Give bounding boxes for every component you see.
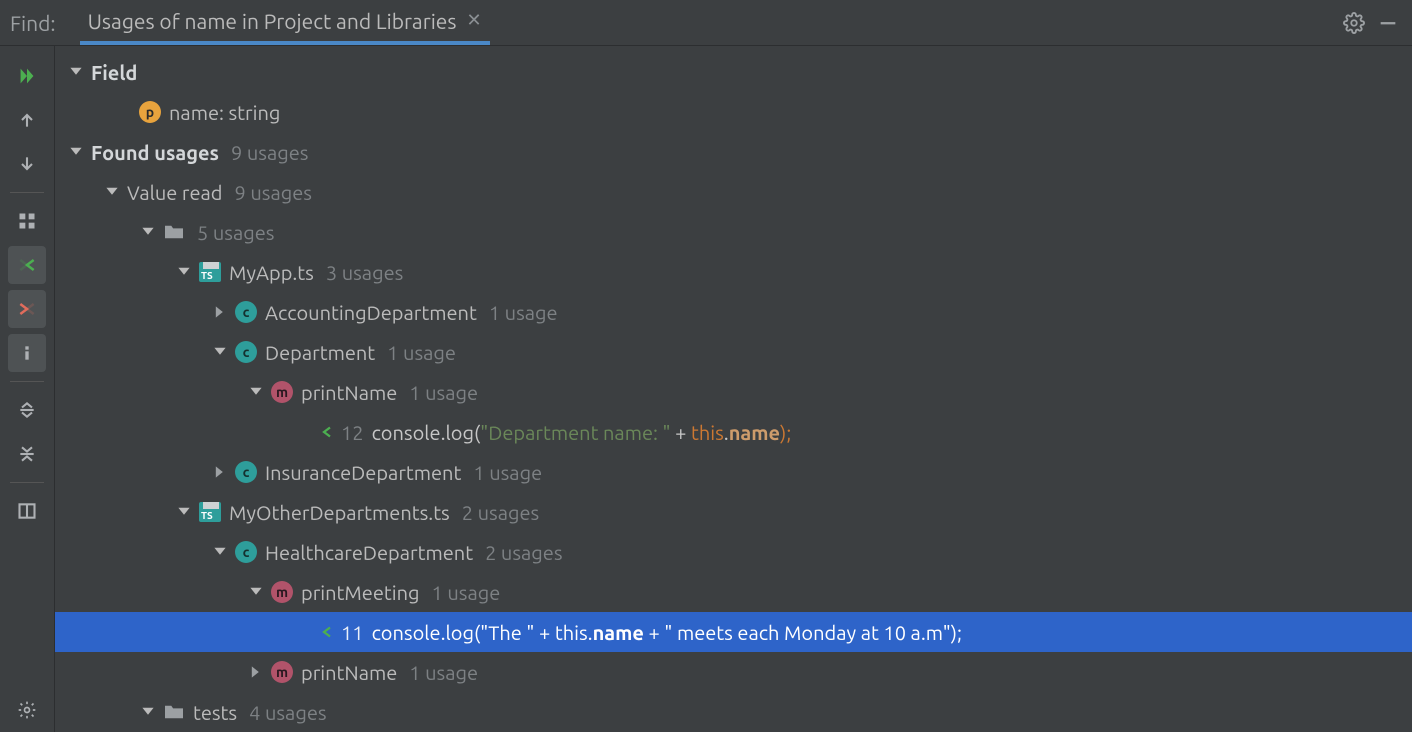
next-occurrence-icon[interactable] (8, 145, 46, 183)
chevron-down-icon[interactable] (67, 63, 85, 81)
method-icon: m (271, 381, 293, 403)
find-tab[interactable]: Usages of name in Project and Libraries … (80, 1, 490, 45)
rerun-icon[interactable] (8, 57, 46, 95)
find-panel-header: Find: Usages of name in Project and Libr… (0, 0, 1412, 46)
show-write-icon[interactable] (8, 290, 46, 328)
chevron-down-icon[interactable] (247, 583, 265, 601)
chevron-right-icon[interactable] (211, 463, 229, 481)
tree-row-class3[interactable]: c InsuranceDepartment 1 usage (55, 452, 1412, 492)
tree-row-usage-line11[interactable]: 11 console.log("The " + this.name + " me… (55, 612, 1412, 652)
folder-icon (163, 701, 185, 723)
chevron-down-icon[interactable] (175, 503, 193, 521)
group-by-icon[interactable] (8, 202, 46, 240)
method-icon: m (271, 661, 293, 683)
ts-file-icon: TS (199, 261, 221, 283)
chevron-down-icon[interactable] (211, 343, 229, 361)
tree-row-dir2[interactable]: tests 4 usages (55, 692, 1412, 732)
chevron-down-icon[interactable] (175, 263, 193, 281)
tree-row-field-item[interactable]: p name: string (55, 92, 1412, 132)
find-tab-title: Usages of name in Project and Libraries (88, 9, 457, 33)
close-tab-icon[interactable]: ✕ (467, 10, 482, 31)
property-icon: p (139, 101, 161, 123)
tree-row-dir1[interactable]: 5 usages (55, 212, 1412, 252)
class-icon: c (235, 541, 257, 563)
expand-all-icon[interactable] (8, 391, 46, 429)
tree-row-method1[interactable]: m printName 1 usage (55, 372, 1412, 412)
chevron-right-icon[interactable] (211, 303, 229, 321)
chevron-down-icon[interactable] (139, 703, 157, 721)
ts-file-icon: TS (199, 501, 221, 523)
chevron-right-icon[interactable] (247, 663, 265, 681)
tree-row-class2[interactable]: c Department 1 usage (55, 332, 1412, 372)
gear-icon[interactable] (1342, 11, 1366, 35)
usages-tree[interactable]: Field p name: string Found usages 9 usag… (55, 46, 1412, 732)
preview-icon[interactable] (8, 492, 46, 530)
tree-row-usage-line12[interactable]: 12 console.log("Department name: " + thi… (55, 412, 1412, 452)
tree-row-field[interactable]: Field (55, 52, 1412, 92)
chevron-down-icon[interactable] (67, 143, 85, 161)
read-usage-icon (315, 623, 333, 641)
class-icon: c (235, 341, 257, 363)
read-usage-icon (315, 423, 333, 441)
class-icon: c (235, 301, 257, 323)
settings-icon[interactable] (8, 691, 46, 729)
code-snippet: console.log("The " + this.name + " meets… (372, 621, 962, 644)
chevron-down-icon[interactable] (139, 223, 157, 241)
collapse-all-icon[interactable] (8, 435, 46, 473)
show-read-icon[interactable] (8, 246, 46, 284)
tree-row-method3[interactable]: m printName 1 usage (55, 652, 1412, 692)
tree-row-found[interactable]: Found usages 9 usages (55, 132, 1412, 172)
info-icon[interactable] (8, 334, 46, 372)
class-icon: c (235, 461, 257, 483)
chevron-down-icon[interactable] (247, 383, 265, 401)
code-snippet: console.log("Department name: " + this.n… (372, 421, 792, 444)
find-sidebar (0, 46, 55, 732)
minimize-icon[interactable] (1376, 11, 1400, 35)
chevron-down-icon[interactable] (103, 183, 121, 201)
tree-row-class1[interactable]: c AccountingDepartment 1 usage (55, 292, 1412, 332)
chevron-down-icon[interactable] (211, 543, 229, 561)
find-label: Find: (10, 11, 56, 35)
method-icon: m (271, 581, 293, 603)
tree-row-file2[interactable]: TS MyOtherDepartments.ts 2 usages (55, 492, 1412, 532)
folder-icon (163, 221, 185, 243)
tree-row-class4[interactable]: c HealthcareDepartment 2 usages (55, 532, 1412, 572)
tree-row-file1[interactable]: TS MyApp.ts 3 usages (55, 252, 1412, 292)
tree-row-method2[interactable]: m printMeeting 1 usage (55, 572, 1412, 612)
tree-row-value-read[interactable]: Value read 9 usages (55, 172, 1412, 212)
prev-occurrence-icon[interactable] (8, 101, 46, 139)
